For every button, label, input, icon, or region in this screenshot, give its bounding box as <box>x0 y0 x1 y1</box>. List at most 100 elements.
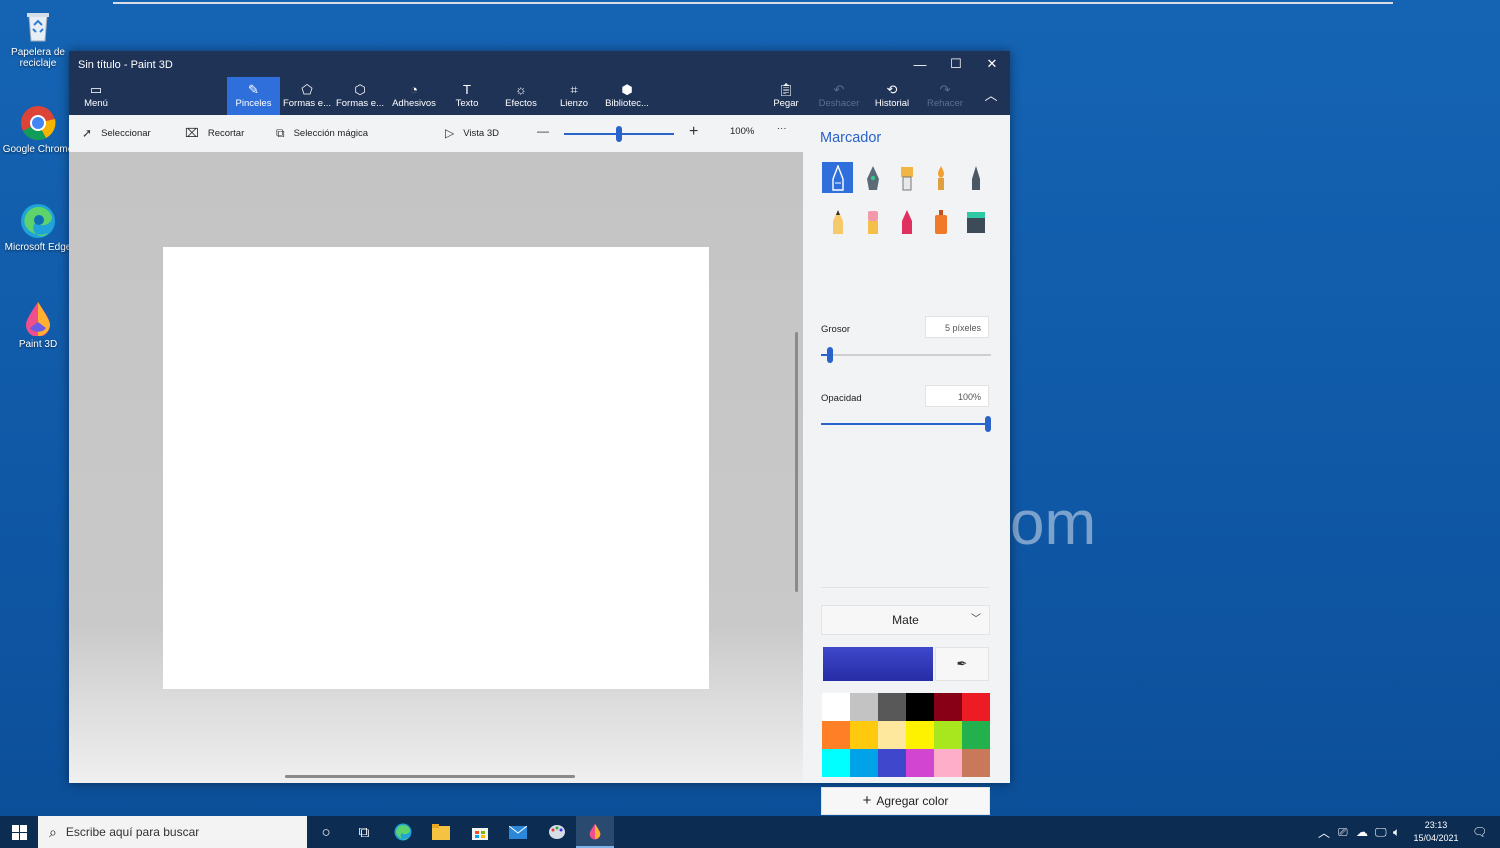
color-swatch[interactable] <box>934 693 962 721</box>
zoom-in-button[interactable]: + <box>689 123 698 141</box>
color-swatch[interactable] <box>878 693 906 721</box>
tab-library[interactable]: ⬢ Bibliotec... <box>602 77 652 115</box>
color-swatch[interactable] <box>822 693 850 721</box>
task-view-button[interactable]: ⧉ <box>345 816 383 848</box>
cortana-button[interactable]: ○ <box>307 816 345 848</box>
desktop-icon-recycle-bin[interactable]: Papelera de reciclaje <box>0 8 76 69</box>
color-swatch[interactable] <box>822 721 850 749</box>
tab-stickers[interactable]: ◔ Adhesivos <box>389 77 439 115</box>
watercolor-icon <box>937 165 944 190</box>
taskbar-paint[interactable] <box>538 816 576 848</box>
history-button[interactable]: ⟲ Historial <box>871 77 913 115</box>
color-swatch[interactable] <box>906 693 934 721</box>
add-color-button[interactable]: + Agregar color <box>821 787 990 815</box>
color-swatch[interactable] <box>962 693 990 721</box>
opacity-input[interactable]: 100% <box>925 385 989 407</box>
paint3d-window: Sin título - Paint 3D — ☐ ✕ ▭ Menú ✎ Pin… <box>69 51 1010 815</box>
thickness-slider[interactable] <box>821 347 991 363</box>
zoom-out-button[interactable]: — <box>537 124 549 138</box>
marker-icon <box>831 164 844 191</box>
drawing-canvas[interactable] <box>163 247 709 689</box>
color-swatch[interactable] <box>906 721 934 749</box>
color-swatch[interactable] <box>822 749 850 777</box>
opacity-slider-thumb[interactable] <box>985 416 991 432</box>
calligraphy-pen-button[interactable] <box>857 162 888 193</box>
paste-label: Pegar <box>773 98 799 109</box>
system-clock[interactable]: 23:13 15/04/2021 <box>1408 819 1464 845</box>
chrome-icon <box>20 105 56 141</box>
more-options-button[interactable]: ··· <box>777 123 787 134</box>
thickness-input[interactable]: 5 píxeles <box>925 316 989 338</box>
color-swatch[interactable] <box>850 721 878 749</box>
maximize-button[interactable]: ☐ <box>938 51 974 77</box>
taskbar-store[interactable] <box>461 816 499 848</box>
notifications-button[interactable]: 🗨︎ <box>1472 816 1487 848</box>
fill-button[interactable] <box>960 206 991 237</box>
zoom-slider[interactable] <box>564 126 674 142</box>
crayon-button[interactable] <box>891 206 922 237</box>
minimize-button[interactable]: — <box>902 51 938 77</box>
tab-effects[interactable]: ☼ Efectos <box>499 77 543 115</box>
color-swatch[interactable] <box>906 749 934 777</box>
tab-2d-shapes[interactable]: ⬠ Formas e... <box>282 77 332 115</box>
pencil-button[interactable] <box>822 206 853 237</box>
tab-label: Lienzo <box>560 98 588 109</box>
eraser-button[interactable] <box>857 206 888 237</box>
canvas-area[interactable] <box>69 152 803 783</box>
tab-brushes[interactable]: ✎ Pinceles <box>227 77 280 115</box>
thickness-slider-thumb[interactable] <box>826 347 833 363</box>
magic-select-button[interactable]: ⧉ Selección mágica <box>276 126 368 141</box>
tab-canvas[interactable]: ⌗ Lienzo <box>554 77 594 115</box>
oil-brush-button[interactable] <box>891 162 922 193</box>
desktop-icon-chrome[interactable]: Google Chrome <box>0 105 76 155</box>
eyedropper-button[interactable]: ✒ <box>935 647 989 681</box>
watercolor-button[interactable] <box>925 162 956 193</box>
vertical-scrollbar[interactable] <box>795 332 798 592</box>
taskbar-search-box[interactable]: ⌕ Escribe aquí para buscar <box>38 816 307 848</box>
color-swatch[interactable] <box>850 693 878 721</box>
crop-button[interactable]: ⌧ Recortar <box>185 126 244 140</box>
spray-can-button[interactable] <box>925 206 956 237</box>
menu-label: Menú <box>84 98 108 109</box>
onedrive-icon[interactable]: ☁ <box>1356 816 1368 848</box>
finish-dropdown[interactable]: Mate ﹀ <box>821 605 990 635</box>
tab-3d-shapes[interactable]: ⬡ Formas e... <box>335 77 385 115</box>
close-button[interactable]: ✕ <box>974 51 1010 77</box>
menu-button[interactable]: ▭ Menú <box>81 77 111 115</box>
tab-text[interactable]: T Texto <box>447 77 487 115</box>
network-icon[interactable]: 🖵︎ <box>1375 816 1387 848</box>
crayon-icon <box>901 209 912 234</box>
zoom-slider-thumb[interactable] <box>616 126 622 142</box>
taskbar-mail[interactable] <box>499 816 537 848</box>
taskbar-edge[interactable] <box>384 816 422 848</box>
color-swatch[interactable] <box>850 749 878 777</box>
color-swatch[interactable] <box>878 749 906 777</box>
tray-device-icon[interactable]: ⎚ <box>1338 816 1348 848</box>
tab-label: Pinceles <box>235 98 272 109</box>
show-hidden-icons-button[interactable]: ︿ <box>1318 816 1330 848</box>
taskbar-paint3d[interactable] <box>576 816 614 848</box>
current-color-swatch[interactable] <box>823 647 933 681</box>
opacity-slider[interactable] <box>821 416 991 432</box>
color-swatch[interactable] <box>934 749 962 777</box>
marker-brush-button[interactable] <box>822 162 853 193</box>
color-swatch[interactable] <box>878 721 906 749</box>
paste-button[interactable]: 📋︎ Pegar <box>769 77 803 115</box>
color-swatch[interactable] <box>934 721 962 749</box>
undo-button[interactable]: ↶ Deshacer <box>817 77 861 115</box>
desktop-icon-paint3d[interactable]: Paint 3D <box>0 300 76 350</box>
taskbar-file-explorer[interactable] <box>422 816 460 848</box>
horizontal-scrollbar[interactable] <box>285 775 575 778</box>
folder-icon: ▭ <box>89 82 103 97</box>
select-button[interactable]: ➚ Seleccionar <box>82 126 151 140</box>
redo-button[interactable]: ↷ Rehacer <box>925 77 965 115</box>
start-button[interactable] <box>0 816 38 848</box>
volume-icon[interactable]: 🔈︎ <box>1393 816 1400 848</box>
color-swatch[interactable] <box>962 721 990 749</box>
shapes-2d-icon: ⬠ <box>301 82 313 97</box>
pixel-pen-button[interactable] <box>960 162 991 193</box>
color-swatch[interactable] <box>962 749 990 777</box>
collapse-ribbon-button[interactable]: ︿ <box>979 77 1003 115</box>
view-3d-button[interactable]: ▷ Vista 3D <box>445 126 499 140</box>
desktop-icon-edge[interactable]: Microsoft Edge <box>0 203 76 253</box>
